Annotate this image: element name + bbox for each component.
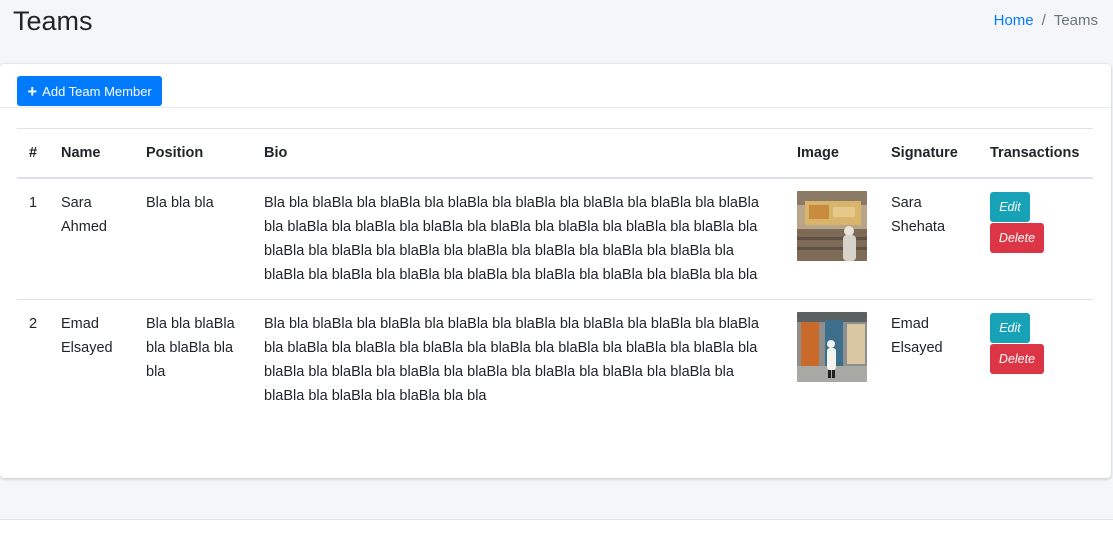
breadcrumb-separator: / <box>1041 12 1046 29</box>
teams-card: + Add Team Member # Name Position Bio Im… <box>0 64 1111 478</box>
cell-position: Bla bla blaBla bla blaBla bla bla <box>134 299 252 420</box>
content-header: Teams Home / Teams <box>0 0 1113 64</box>
breadcrumb: Home / Teams <box>994 12 1098 29</box>
teams-table: # Name Position Bio Image Signature Tran… <box>17 128 1093 420</box>
cell-transactions: Edit Delete <box>978 299 1093 420</box>
cell-bio: Bla bla blaBla bla blaBla bla blaBla bla… <box>252 299 785 420</box>
edit-button[interactable]: Edit <box>990 192 1030 222</box>
table-row: 2 Emad Elsayed Bla bla blaBla bla blaBla… <box>17 299 1093 420</box>
column-header-bio: Bio <box>252 128 785 179</box>
delete-button[interactable]: Delete <box>990 344 1044 374</box>
cell-signature: Sara Shehata <box>891 195 946 235</box>
table-row: 1 Sara Ahmed Bla bla bla Bla bla blaBla … <box>17 178 1093 300</box>
breadcrumb-home-link[interactable]: Home <box>994 12 1034 29</box>
add-team-member-button[interactable]: + Add Team Member <box>17 76 162 106</box>
card-header: + Add Team Member <box>0 64 1111 108</box>
cell-image <box>785 178 879 300</box>
cell-name: Emad Elsayed <box>49 299 134 420</box>
cell-signature: Emad Elsayed <box>879 299 978 420</box>
column-header-name: Name <box>49 128 134 179</box>
table-header-row: # Name Position Bio Image Signature Tran… <box>17 128 1093 179</box>
add-team-member-label: Add Team Member <box>42 83 152 99</box>
column-header-image: Image <box>785 128 879 179</box>
cell-bio: Bla bla blaBla bla blaBla bla blaBla bla… <box>264 195 759 283</box>
team-member-photo <box>797 312 867 382</box>
cell-index: 1 <box>29 195 38 211</box>
cell-position: Bla bla bla <box>146 195 214 211</box>
edit-button[interactable]: Edit <box>990 313 1030 343</box>
cell-name: Sara Ahmed <box>61 195 107 235</box>
cell-transactions: Edit Delete <box>978 178 1093 300</box>
delete-button[interactable]: Delete <box>990 223 1044 253</box>
column-header-index: # <box>17 128 49 179</box>
team-member-photo <box>797 191 867 261</box>
page-footer <box>0 519 1113 560</box>
column-header-position: Position <box>134 128 252 179</box>
column-header-transactions: Transactions <box>978 128 1093 179</box>
page-title: Teams <box>13 6 93 36</box>
breadcrumb-current: Teams <box>1053 12 1098 29</box>
plus-icon: + <box>27 81 38 101</box>
column-header-signature: Signature <box>879 128 978 179</box>
cell-image <box>785 299 879 420</box>
cell-index: 2 <box>17 299 49 420</box>
